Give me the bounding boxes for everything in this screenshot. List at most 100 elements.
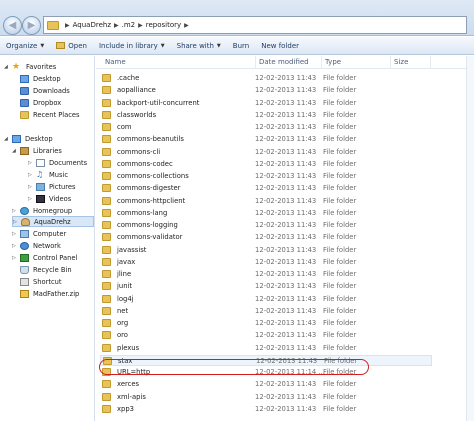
file-row[interactable]: net 12-02-2013 11:43 File folder	[100, 306, 432, 317]
file-row[interactable]: xerces 12-02-2013 11:43 File folder	[100, 379, 432, 390]
file-type: File folder	[323, 380, 357, 389]
file-row[interactable]: commons-validator 12-02-2013 11:43 File fo…	[100, 232, 432, 243]
chevron-right-icon[interactable]: ▷	[12, 255, 18, 261]
file-name: commons-logging	[117, 221, 178, 229]
chevron-right-icon[interactable]: ▷	[12, 231, 18, 237]
chevron-right-icon[interactable]: ▷	[12, 208, 18, 214]
nav-homegroup[interactable]: ▷ Homegroup	[12, 205, 72, 216]
folder-icon	[102, 282, 111, 291]
nav-computer[interactable]: ▷ Computer	[12, 228, 66, 239]
file-row[interactable]: javassist 12-02-2013 11:43 File folder	[100, 245, 432, 256]
file-row[interactable]: commons-digester 12-02-2013 11:43 File fol…	[100, 183, 432, 194]
file-row[interactable]: log4j 12-02-2013 11:43 File folder	[100, 294, 432, 305]
nav-zip-file[interactable]: MadFather.zip	[20, 288, 79, 299]
chevron-right-icon[interactable]: ▷	[13, 219, 19, 225]
open-button[interactable]: Open	[50, 37, 93, 54]
file-row[interactable]: aopalliance 12-02-2013 11:43 File folder	[100, 85, 432, 96]
scrollbar[interactable]	[466, 56, 474, 421]
nav-documents[interactable]: ▷ Documents	[28, 157, 87, 168]
file-name: backport-util-concurrent	[117, 98, 200, 107]
nav-network[interactable]: ▷ Network	[12, 240, 61, 251]
file-name: xerces	[117, 380, 140, 389]
nav-shortcut[interactable]: Shortcut	[20, 276, 61, 287]
address-breadcrumb[interactable]: ▶ AquaDrehz ▶ .m2 ▶ repository ▶	[43, 16, 467, 34]
file-row[interactable]: jline 12-02-2013 11:43 File folder	[100, 269, 432, 280]
file-name: commons-beanutils	[117, 135, 184, 144]
file-row[interactable]: classworlds 12-02-2013 11:43 File folder	[100, 110, 432, 121]
chevron-right-icon[interactable]: ▶	[138, 22, 143, 29]
include-in-library-button[interactable]: Include in library ▼	[93, 37, 171, 54]
navigation-pane[interactable]: ◢ ★ Favorites Desktop Downloads Dropbox …	[0, 56, 95, 421]
file-type: File folder	[323, 294, 357, 303]
column-name[interactable]: Name	[102, 56, 256, 69]
file-row[interactable]: URL=http 12-02-2013 11:14 ... File folder	[100, 367, 432, 378]
file-row[interactable]: junit 12-02-2013 11:43 File folder	[100, 281, 432, 292]
share-with-button[interactable]: Share with ▼	[171, 37, 227, 54]
file-row[interactable]: backport-util-concurrent 12-02-2013 11:43…	[100, 98, 432, 109]
back-button[interactable]: ◀	[3, 16, 22, 35]
file-row[interactable]: xpp3 12-02-2013 11:43 File folder	[100, 404, 432, 415]
column-date-modified[interactable]: Date modified	[256, 56, 322, 69]
nav-user-folder[interactable]: ▷ AquaDrehz	[12, 216, 94, 227]
organize-button[interactable]: Organize ▼	[0, 37, 50, 54]
chevron-right-icon[interactable]: ▷	[28, 160, 34, 166]
file-name: aopalliance	[117, 86, 156, 95]
nav-libraries[interactable]: ◢ Libraries	[12, 145, 62, 156]
file-name: commons-collections	[117, 172, 189, 180]
nav-videos[interactable]: ▷ Videos	[28, 193, 71, 204]
file-row[interactable]: commons-cli 12-02-2013 11:43 File folder	[100, 147, 432, 158]
chevron-right-icon[interactable]: ▷	[12, 243, 18, 249]
nav-music[interactable]: ▷ ♫ Music	[28, 169, 68, 180]
nav-recent-places[interactable]: Recent Places	[20, 109, 80, 120]
column-type[interactable]: Type	[322, 56, 391, 69]
nav-favorites[interactable]: ◢ ★ Favorites	[4, 61, 56, 72]
file-row[interactable]: .cache 12-02-2013 11:43 File folder	[100, 73, 432, 84]
chevron-down-icon: ▼	[40, 42, 45, 49]
folder-icon	[102, 380, 111, 389]
file-name: commons-codec	[117, 159, 173, 168]
file-row[interactable]: commons-collections 12-02-2013 11:43 File …	[100, 171, 432, 182]
file-type: File folder	[323, 74, 357, 82]
burn-button[interactable]: Burn	[227, 37, 255, 54]
file-type: File folder	[323, 123, 357, 131]
new-folder-button[interactable]: New folder	[255, 37, 305, 54]
nav-downloads[interactable]: Downloads	[20, 85, 70, 96]
file-row[interactable]: plexus 12-02-2013 11:43 File folder	[100, 343, 432, 354]
file-row[interactable]: commons-codec 12-02-2013 11:43 File folder	[100, 159, 432, 170]
column-size[interactable]: Size	[391, 56, 431, 69]
file-row[interactable]: xml-apis 12-02-2013 11:43 File folder	[100, 392, 432, 403]
folder-icon	[102, 221, 111, 229]
forward-button[interactable]: ▶	[22, 16, 41, 35]
chevron-down-icon[interactable]: ◢	[4, 64, 10, 70]
folder-icon	[102, 392, 111, 401]
chevron-right-icon[interactable]: ▷	[28, 172, 34, 178]
nav-desktop-root[interactable]: ◢ Desktop	[4, 133, 53, 144]
file-row[interactable]: commons-beanutils 12-02-2013 11:43 File fo…	[100, 134, 432, 145]
chevron-right-icon[interactable]: ▶	[114, 22, 119, 29]
nav-recycle-bin[interactable]: Recycle Bin	[20, 264, 72, 275]
file-row[interactable]: commons-logging 12-02-2013 11:43 File fold…	[100, 220, 432, 231]
chevron-right-icon[interactable]: ▶	[184, 22, 189, 29]
breadcrumb-item-repository[interactable]: repository	[146, 21, 181, 29]
nav-control-panel[interactable]: ▷ Control Panel	[12, 252, 77, 263]
nav-dropbox[interactable]: Dropbox	[20, 97, 61, 108]
file-row[interactable]: stax 12-02-2013 11:43 File folder	[100, 354, 432, 366]
file-row[interactable]: javax 12-02-2013 11:43 File folder	[100, 257, 432, 268]
file-row[interactable]: org 12-02-2013 11:43 File folder	[100, 318, 432, 329]
chevron-right-icon[interactable]: ▷	[28, 196, 34, 202]
nav-pictures[interactable]: ▷ Pictures	[28, 181, 75, 192]
column-header: Name Date modified Type Size	[96, 56, 474, 69]
chevron-right-icon[interactable]: ▷	[28, 184, 34, 190]
file-row[interactable]: oro 12-02-2013 11:43 File folder	[100, 330, 432, 341]
chevron-down-icon[interactable]: ◢	[4, 136, 10, 142]
file-date-modified: 12-02-2013 11:43	[255, 392, 317, 401]
file-row[interactable]: commons-lang 12-02-2013 11:43 File folder	[100, 208, 432, 219]
file-name: javassist	[117, 245, 147, 254]
breadcrumb-item-m2[interactable]: .m2	[122, 21, 136, 29]
file-row[interactable]: commons-httpclient 12-02-2013 11:43 File f…	[100, 196, 432, 207]
file-row[interactable]: com 12-02-2013 11:43 File folder	[100, 122, 432, 133]
chevron-right-icon[interactable]: ▶	[65, 22, 70, 29]
nav-desktop[interactable]: Desktop	[20, 73, 61, 84]
chevron-down-icon[interactable]: ◢	[12, 148, 18, 154]
breadcrumb-item-user[interactable]: AquaDrehz	[73, 21, 111, 29]
